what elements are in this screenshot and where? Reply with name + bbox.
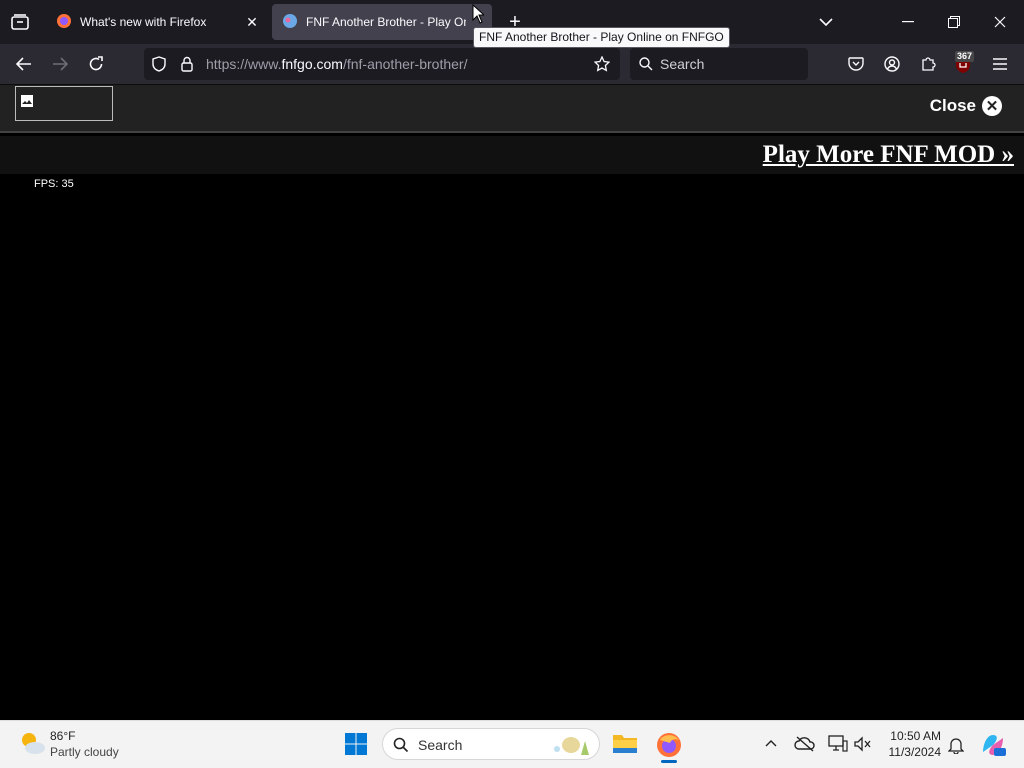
tracking-protection-shield-icon[interactable] [150,55,168,73]
copilot-icon[interactable] [980,732,1006,758]
firefox-view-icon[interactable] [8,10,32,34]
url-path: /fnf-another-brother/ [342,56,468,72]
weather-temperature: 86°F [50,729,76,743]
account-icon[interactable] [880,52,904,76]
tab-title: FNF Another Brother - Play Online on FNF… [306,15,466,29]
weather-description: Partly cloudy [50,745,119,759]
firefox-logo-icon [56,13,72,32]
close-window-icon[interactable] [988,10,1012,34]
padlock-icon[interactable] [178,55,196,73]
url-host: fnfgo.com [281,56,343,72]
tab-fnf-another-brother[interactable]: FNF Another Brother - Play Online on FNF… [272,4,492,40]
tab-title: What's new with Firefox [80,15,207,29]
tab-whats-new[interactable]: What's new with Firefox ✕ [46,4,268,40]
minimize-icon[interactable] [896,10,920,34]
forward-arrow-icon[interactable] [48,52,72,76]
file-explorer-icon[interactable] [612,732,638,756]
url-text: https://www.fnfgo.com/fnf-another-brothe… [206,56,467,72]
site-logo[interactable] [15,86,113,121]
show-hidden-icons-chevron-icon[interactable] [764,736,780,752]
start-button[interactable] [344,732,368,756]
search-bar[interactable]: Search [630,48,808,80]
mouse-cursor-icon [472,3,486,29]
close-tab-icon[interactable]: ✕ [244,14,260,30]
search-icon [638,56,654,72]
url-prefix: https://www. [206,56,282,72]
clock-date[interactable]: 11/3/2024 [885,745,942,759]
play-more-fnf-mod-link[interactable]: Play More FNF MOD » [763,141,1014,169]
close-label: Close [929,96,976,115]
volume-muted-icon[interactable] [854,736,872,752]
firefox-taskbar-icon[interactable] [656,732,682,758]
search-placeholder: Search [660,56,705,72]
pocket-icon[interactable] [844,52,868,76]
site-favicon-icon [282,13,298,32]
broken-image-icon [20,94,34,113]
onedrive-offline-icon[interactable] [794,736,816,752]
game-header-bar [0,85,1024,133]
search-highlight-icon [547,733,591,762]
partly-cloudy-icon [18,730,46,761]
notifications-bell-icon[interactable] [947,736,966,755]
tab-tooltip: FNF Another Brother - Play Online on FNF… [473,27,730,48]
close-circle-icon: ✕ [982,96,1002,116]
active-app-indicator [661,760,677,763]
taskbar-search-icon [393,737,409,758]
hamburger-menu-icon[interactable] [988,52,1012,76]
extensions-puzzle-icon[interactable] [916,52,940,76]
taskbar-search-placeholder: Search [418,737,463,753]
back-arrow-icon[interactable] [12,52,36,76]
game-canvas[interactable] [0,174,1024,720]
list-all-tabs-icon[interactable] [814,10,838,34]
bookmark-star-icon[interactable] [592,54,612,74]
reload-icon[interactable] [84,52,108,76]
network-icon[interactable] [828,735,848,753]
restore-icon[interactable] [942,10,966,34]
close-game-button[interactable]: Close ✕ [930,96,1002,116]
extension-badge: 367 [955,51,975,62]
url-bar[interactable]: https://www.fnfgo.com/fnf-another-brothe… [144,48,620,80]
taskbar-search-box[interactable]: Search [382,728,600,760]
clock-time[interactable]: 10:50 AM [885,729,941,743]
